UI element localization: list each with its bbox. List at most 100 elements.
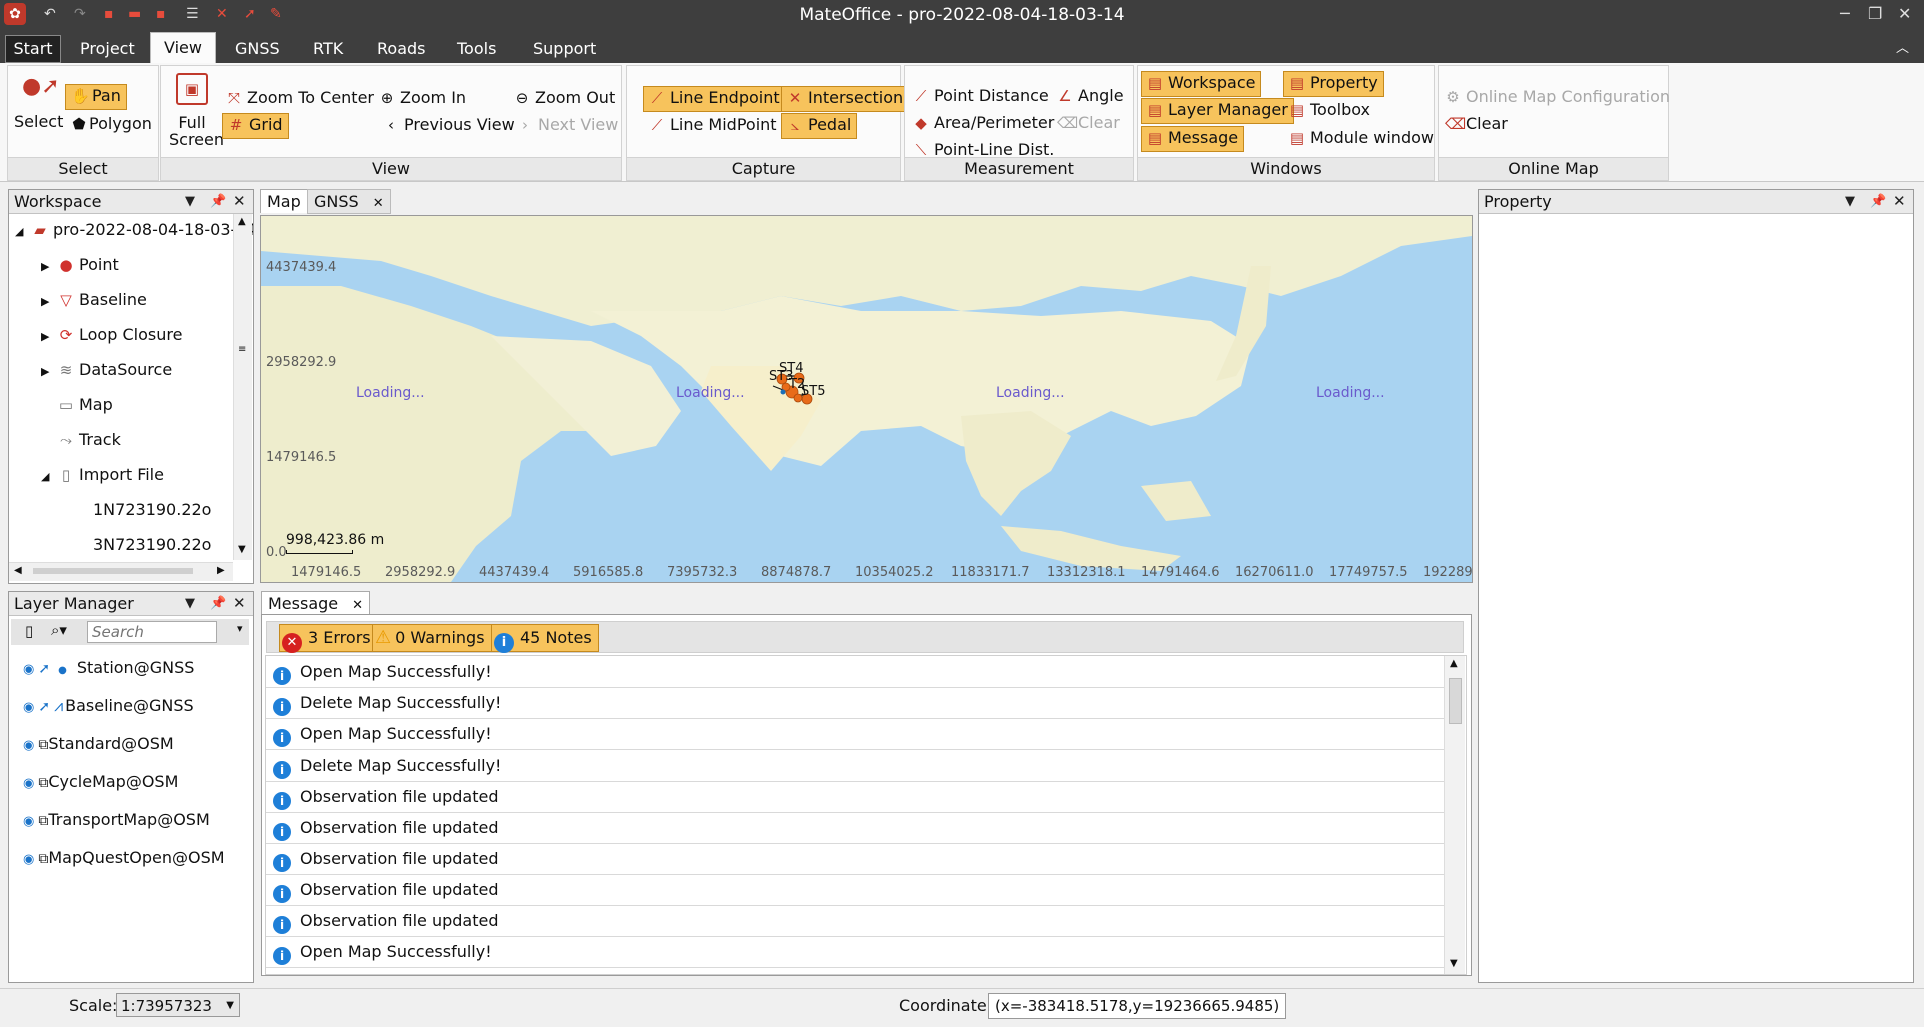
message-row[interactable]: i Observation file updated bbox=[266, 874, 1444, 906]
horizontal-scrollbar[interactable]: ◀ ▶ bbox=[9, 562, 233, 581]
pedal-button[interactable]: ⦣ Pedal bbox=[781, 113, 858, 139]
menu-roads[interactable]: Roads bbox=[377, 36, 425, 62]
tree-file[interactable]: 3N723190.22o bbox=[93, 531, 211, 559]
layer-item[interactable]: ◉ ➚ ⩘ Baseline@GNSS bbox=[23, 692, 194, 720]
message-row[interactable]: i Observation file updated bbox=[266, 843, 1444, 875]
tree-item-datasource[interactable]: ▶ ≋ DataSource bbox=[41, 356, 172, 384]
online-map-clear-button[interactable]: ⌫Clear bbox=[1445, 112, 1508, 136]
map-canvas[interactable]: ST4 ST3 T2 ST5 Loading... Loading... Loa… bbox=[260, 215, 1473, 583]
visibility-eye-icon[interactable]: ◉ bbox=[23, 700, 34, 715]
visibility-eye-icon[interactable]: ◉ bbox=[23, 814, 34, 829]
measurement-clear-button[interactable]: ⌫Clear bbox=[1057, 111, 1120, 135]
layer-item[interactable]: ◉ ⧉CycleMap@OSM bbox=[23, 768, 178, 796]
menu-gnss[interactable]: GNSS bbox=[235, 36, 280, 62]
menu-start[interactable]: Start bbox=[5, 35, 61, 63]
dropdown-icon[interactable]: ▼ bbox=[1845, 190, 1855, 213]
layer-item[interactable]: ◉ ⧉MapQuestOpen@OSM bbox=[23, 844, 225, 872]
pin-icon[interactable]: 📌 bbox=[1870, 190, 1886, 213]
tree-item-loop-closure[interactable]: ▶ ⟳ Loop Closure bbox=[41, 321, 182, 349]
expand-arrow-icon[interactable]: ▶ bbox=[41, 253, 57, 281]
tree-item-map[interactable]: ▭ Map bbox=[57, 391, 113, 419]
close-icon[interactable]: ✕ bbox=[233, 190, 246, 213]
message-scrollbar[interactable]: ▲ ▼ bbox=[1444, 656, 1465, 974]
collapse-arrow-icon[interactable]: ◢ bbox=[15, 218, 31, 246]
collapse-ribbon-icon[interactable]: ︿ bbox=[1896, 36, 1909, 62]
zoom-to-center-button[interactable]: ⤧ Zoom To Center bbox=[226, 86, 374, 110]
message-row[interactable]: i Observation file updated bbox=[266, 812, 1444, 844]
menu-project[interactable]: Project bbox=[80, 36, 135, 62]
visibility-eye-icon[interactable]: ◉ bbox=[23, 738, 34, 753]
close-icon[interactable]: ✕ bbox=[1893, 190, 1906, 213]
full-screen-icon[interactable]: ▣ bbox=[176, 73, 208, 105]
full-screen-button[interactable]: Full Screen bbox=[169, 114, 224, 148]
workspace-window-button[interactable]: ▤ Workspace bbox=[1141, 71, 1262, 97]
property-window-button[interactable]: ▤ Property bbox=[1283, 71, 1384, 97]
select-button[interactable]: Select bbox=[14, 110, 63, 134]
message-window-button[interactable]: ▤ Message bbox=[1141, 126, 1245, 152]
close-tab-icon[interactable]: ✕ bbox=[373, 196, 384, 211]
menu-view[interactable]: View bbox=[150, 32, 216, 64]
minimize-icon[interactable]: ─ bbox=[1840, 4, 1850, 23]
pin-icon[interactable]: 📌 bbox=[210, 592, 226, 615]
message-row[interactable]: i Open Map Successfully! bbox=[266, 656, 1444, 688]
layer-item[interactable]: ◉ ⧉TransportMap@OSM bbox=[23, 806, 210, 834]
visibility-eye-icon[interactable]: ◉ bbox=[23, 776, 34, 791]
tab-map[interactable]: Map bbox=[260, 189, 308, 213]
close-icon[interactable]: ✕ bbox=[233, 592, 246, 615]
next-view-button[interactable]: › Next View bbox=[517, 113, 618, 137]
layer-item[interactable]: ◉ ⧉Standard@OSM bbox=[23, 730, 174, 758]
tab-message[interactable]: Message ✕ bbox=[261, 591, 371, 615]
online-map-configuration-button[interactable]: ⚙ Online Map Configuration bbox=[1445, 85, 1670, 109]
message-row[interactable]: i Observation file updated bbox=[266, 781, 1444, 813]
grid-button[interactable]: # Grid bbox=[222, 113, 289, 139]
previous-view-button[interactable]: ‹ Previous View bbox=[383, 113, 515, 137]
expand-arrow-icon[interactable]: ▶ bbox=[41, 323, 57, 351]
zoom-in-button[interactable]: ⊕ Zoom In bbox=[379, 86, 466, 110]
close-icon[interactable]: ✕ bbox=[1898, 4, 1911, 23]
angle-button[interactable]: ∠ Angle bbox=[1057, 84, 1123, 108]
point-distance-button[interactable]: ⟋ Point Distance bbox=[913, 84, 1049, 108]
line-midpoint-button[interactable]: ⟋ Line MidPoint bbox=[649, 113, 777, 137]
pan-button[interactable]: ✋ Pan bbox=[65, 84, 127, 110]
errors-filter-button[interactable]: ✕ 3 Errors bbox=[279, 624, 378, 653]
toolbox-window-button[interactable]: ▤ Toolbox bbox=[1289, 98, 1370, 122]
station-label[interactable]: ST5 bbox=[801, 384, 825, 399]
close-tab-icon[interactable]: ✕ bbox=[352, 598, 363, 613]
zoom-out-button[interactable]: ⊖ Zoom Out bbox=[514, 86, 616, 110]
layer-search-input[interactable] bbox=[87, 621, 217, 643]
message-row[interactable]: i Observation file updated bbox=[266, 905, 1444, 937]
layer-item[interactable]: ◉ ➚ ● Station@GNSS bbox=[23, 654, 194, 682]
notes-filter-button[interactable]: i 45 Notes bbox=[491, 624, 599, 653]
message-row[interactable]: i Open Map Successfully! bbox=[266, 936, 1444, 968]
selectable-pointer-icon[interactable]: ➚ bbox=[38, 661, 50, 677]
tree-item-track[interactable]: ⤳ Track bbox=[57, 426, 121, 454]
expand-arrow-icon[interactable]: ▶ bbox=[41, 358, 57, 386]
warnings-filter-button[interactable]: ⚠ 0 Warnings bbox=[372, 624, 492, 652]
search-icon[interactable]: ⌕▾ bbox=[51, 621, 67, 639]
tree-root[interactable]: ◢ ▰ pro-2022-08-04-18-03-14 bbox=[15, 216, 253, 246]
scale-select[interactable]: 1:73957323 ▼ bbox=[116, 993, 240, 1017]
message-row[interactable]: i Delete Map Successfully! bbox=[266, 687, 1444, 719]
menu-support[interactable]: Support bbox=[533, 36, 596, 62]
menu-tools[interactable]: Tools bbox=[457, 36, 496, 62]
tree-item-baseline[interactable]: ▶ ▽ Baseline bbox=[41, 286, 147, 314]
message-row[interactable]: i Open Map Successfully! bbox=[266, 718, 1444, 750]
tree-file[interactable]: 1N723190.22o bbox=[93, 496, 211, 524]
add-layer-icon[interactable]: ▯ bbox=[25, 622, 33, 640]
message-row[interactable]: i Delete Map Successfully! bbox=[266, 750, 1444, 782]
vertical-scrollbar[interactable]: ▲ ≡ ▼ bbox=[233, 214, 252, 560]
tree-item-point[interactable]: ▶ ● Point bbox=[41, 251, 119, 279]
collapse-arrow-icon[interactable]: ◢ bbox=[41, 463, 57, 491]
menu-rtk[interactable]: RTK bbox=[313, 36, 343, 62]
select-tool-icon[interactable]: ●➚ bbox=[22, 74, 60, 99]
dropdown-icon[interactable]: ▼ bbox=[185, 190, 195, 213]
intersection-button[interactable]: ✕ Intersection bbox=[781, 86, 910, 112]
module-window-button[interactable]: ▤ Module window bbox=[1289, 126, 1434, 150]
visibility-eye-icon[interactable]: ◉ bbox=[23, 852, 34, 867]
polygon-button[interactable]: ⬟ Polygon bbox=[71, 112, 151, 136]
expand-arrow-icon[interactable]: ▶ bbox=[41, 288, 57, 316]
visibility-eye-icon[interactable]: ◉ bbox=[23, 662, 34, 677]
line-endpoint-button[interactable]: ⟋ Line Endpoint bbox=[643, 86, 786, 112]
area-perimeter-button[interactable]: ◆ Area/Perimeter bbox=[913, 111, 1054, 135]
tree-item-import-file[interactable]: ◢ ▯ Import File bbox=[41, 461, 164, 489]
